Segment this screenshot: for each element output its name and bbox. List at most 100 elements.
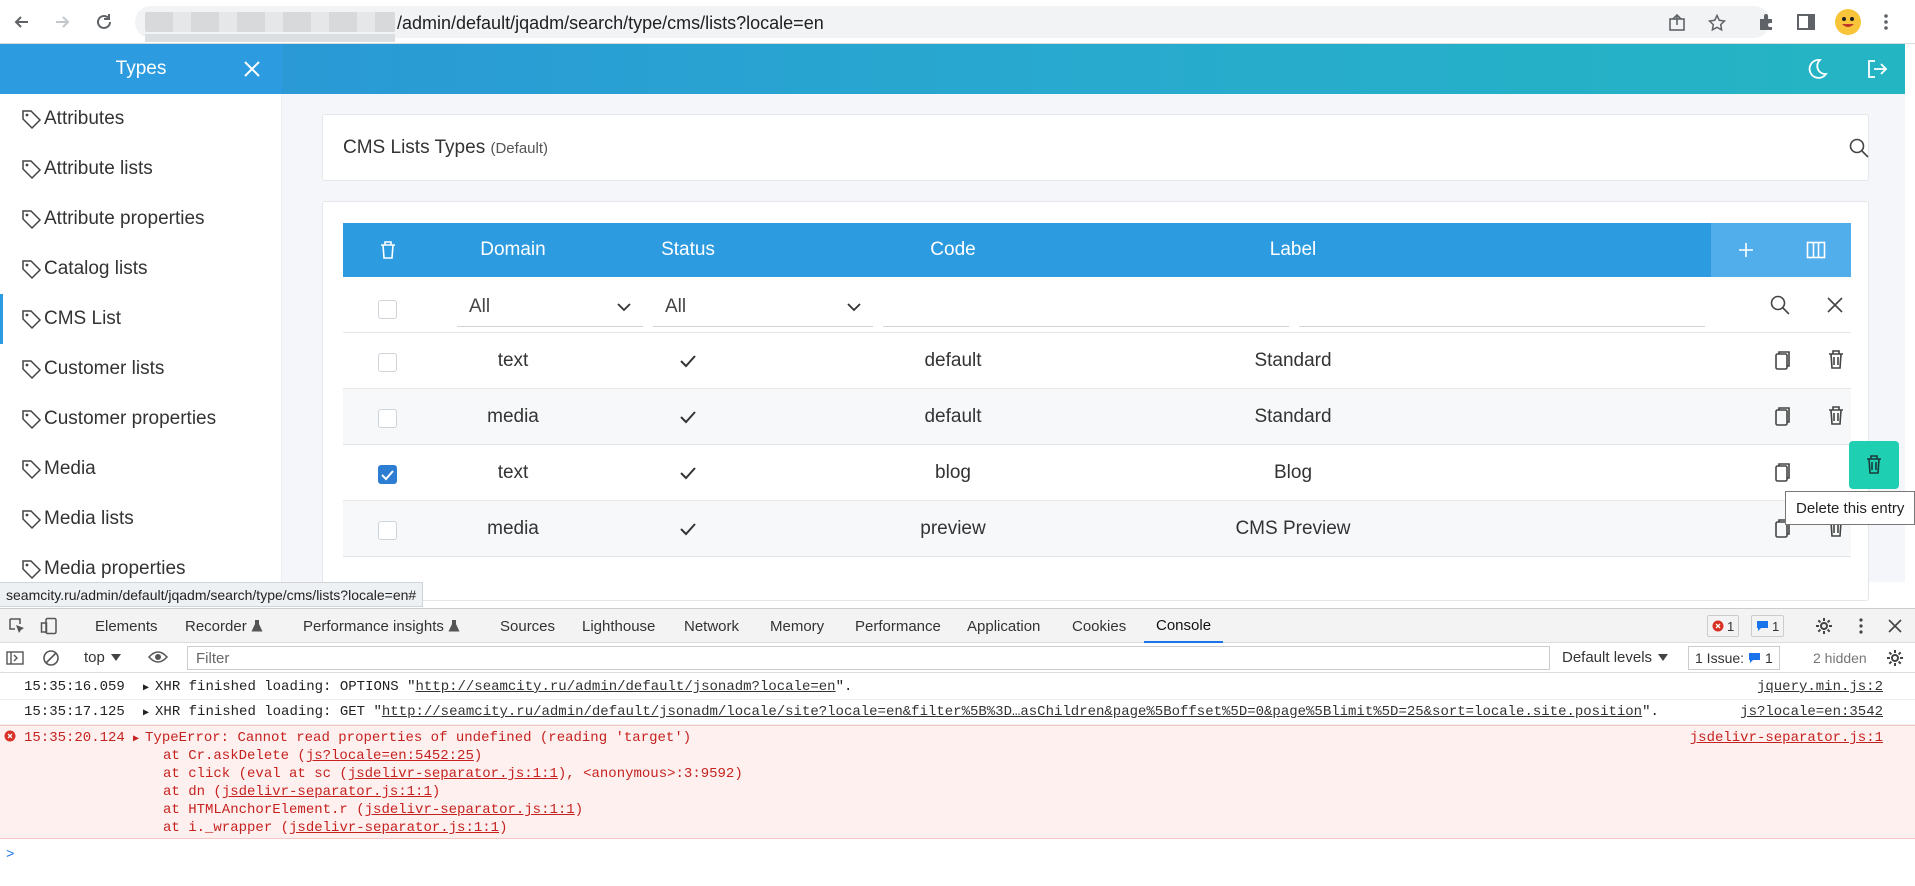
log-source-link[interactable]: js?locale=en:3542 [1740,704,1883,720]
error-message-text: TypeError: Cannot read properties of und… [145,730,692,746]
delete-icon [1867,455,1881,474]
blurred-host [145,12,395,32]
frame-link[interactable]: jsdelivr-separator.js:1:1 [365,802,575,818]
frame-pre: at i._wrapper ( [163,820,290,836]
error-icon [1712,620,1724,632]
clear-console-icon[interactable] [42,649,60,667]
reload-icon[interactable] [92,10,116,34]
frame-link[interactable]: jsdelivr-separator.js:1:1 [289,820,499,836]
address-bar[interactable]: /admin/default/jqadm/search/type/cms/lis… [135,6,1770,42]
error-source-link[interactable]: jsdelivr-separator.js:1 [1690,730,1883,746]
console-filter-input[interactable]: Filter [187,646,1550,670]
log-source-link[interactable]: jquery.min.js:2 [1757,679,1883,695]
message-count-badge[interactable]: 1 [1751,615,1785,637]
column-header-domain[interactable]: Domain [433,223,593,277]
table-row[interactable]: text default Standard [343,333,1851,389]
dark-mode-moon-icon[interactable] [1806,58,1828,80]
row-checkbox[interactable] [378,409,397,428]
tab-application[interactable]: Application [967,609,1040,643]
sidebar-item-media[interactable]: Media [0,444,282,494]
tab-sources[interactable]: Sources [500,609,555,643]
close-icon[interactable] [242,59,262,79]
extensions-icon[interactable] [1756,12,1776,32]
row-checkbox-checked[interactable] [378,465,397,484]
browser-toolbar: /admin/default/jqadm/search/type/cms/lis… [0,0,1915,44]
column-header-label[interactable]: Label [1123,223,1463,277]
inspect-element-icon[interactable] [8,609,28,643]
bookmark-star-icon[interactable] [1708,14,1726,32]
error-message[interactable]: ▶ TypeError: Cannot read properties of u… [133,730,691,746]
delete-selected-button[interactable] [343,223,433,277]
browser-menu-icon[interactable] [1876,12,1896,32]
issues-count: 1 [1765,650,1773,666]
search-icon[interactable] [1848,137,1870,159]
back-icon[interactable] [10,10,34,34]
tab-lighthouse[interactable]: Lighthouse [582,609,655,643]
context-selector[interactable]: top [84,649,121,666]
levels-dropdown[interactable]: Default levels [1562,649,1669,666]
column-header-status[interactable]: Status [593,223,783,277]
code-filter-input[interactable] [883,287,1289,327]
copy-icon[interactable] [1770,405,1792,429]
log-url-link[interactable]: http://seamcity.ru/admin/default/jsonadm… [382,704,1642,720]
label-filter-input[interactable] [1299,287,1705,327]
filter-search-icon[interactable] [1769,294,1791,316]
device-toolbar-icon[interactable] [40,609,60,643]
frame-link[interactable]: js?locale=en:5452:25 [306,748,474,764]
copy-icon[interactable] [1770,461,1792,485]
error-count-badge[interactable]: 1 [1707,615,1740,637]
side-panel-icon[interactable] [1796,12,1816,32]
column-header-code[interactable]: Code [783,223,1123,277]
columns-button[interactable] [1781,223,1851,277]
sidebar-item-catalog-lists[interactable]: Catalog lists [0,244,282,294]
frame-link[interactable]: jsdelivr-separator.js:1:1 [348,766,558,782]
live-expression-eye-icon[interactable] [148,649,168,665]
select-all-checkbox[interactable] [378,300,397,319]
tab-memory[interactable]: Memory [770,609,824,643]
status-filter-select[interactable]: All [653,287,873,327]
tag-icon [22,110,42,130]
copy-icon[interactable] [1770,349,1792,373]
row-checkbox[interactable] [378,521,397,540]
add-button[interactable] [1711,223,1781,277]
sidebar-item-media-lists[interactable]: Media lists [0,494,282,544]
settings-gear-icon[interactable] [1815,617,1833,635]
sidebar-item-cms-list[interactable]: CMS List [0,294,282,344]
share-icon[interactable] [1668,14,1686,32]
delete-icon[interactable] [1827,349,1849,373]
table-row[interactable]: media preview CMS Preview [343,501,1851,557]
tab-network[interactable]: Network [684,609,739,643]
tab-console[interactable]: Console [1144,609,1224,643]
delete-icon[interactable] [1827,405,1849,429]
console-settings-icon[interactable] [1886,649,1904,667]
logout-icon[interactable] [1866,58,1888,80]
sidebar-item-attribute-properties[interactable]: Attribute properties [0,194,282,244]
sidebar-item-attribute-lists[interactable]: Attribute lists [0,144,282,194]
tab-cookies[interactable]: Cookies [1072,609,1126,643]
tab-performance[interactable]: Performance [855,609,941,643]
forward-icon[interactable] [50,10,74,34]
show-sidebar-icon[interactable] [6,649,24,667]
frame-post: ) [499,820,508,836]
domain-filter-select[interactable]: All [457,287,643,327]
tab-recorder[interactable]: Recorder [185,609,263,643]
clear-filter-icon[interactable] [1826,296,1844,314]
error-timestamp: 15:35:20.124 [24,730,125,746]
log-url-link[interactable]: http://seamcity.ru/admin/default/jsonadm… [415,679,835,695]
sidebar-item-customer-properties[interactable]: Customer properties [0,394,282,444]
tag-icon [22,160,42,180]
frame-link[interactable]: jsdelivr-separator.js:1:1 [222,784,432,800]
issues-button[interactable]: 1 Issue: 1 [1688,646,1780,670]
tab-elements[interactable]: Elements [95,609,158,643]
table-row[interactable]: text blog Blog [343,441,1899,501]
row-checkbox[interactable] [378,353,397,372]
sidebar-item-attributes[interactable]: Attributes [0,94,282,144]
console-prompt[interactable]: > [6,847,14,863]
devtools-menu-icon[interactable] [1852,617,1870,635]
devtools-close-icon[interactable] [1887,618,1903,634]
delete-button-hover[interactable] [1849,441,1899,489]
profile-avatar[interactable] [1835,9,1861,35]
sidebar-item-customer-lists[interactable]: Customer lists [0,344,282,394]
table-row[interactable]: media default Standard [343,389,1851,445]
tab-performance-insights[interactable]: Performance insights [303,609,460,643]
